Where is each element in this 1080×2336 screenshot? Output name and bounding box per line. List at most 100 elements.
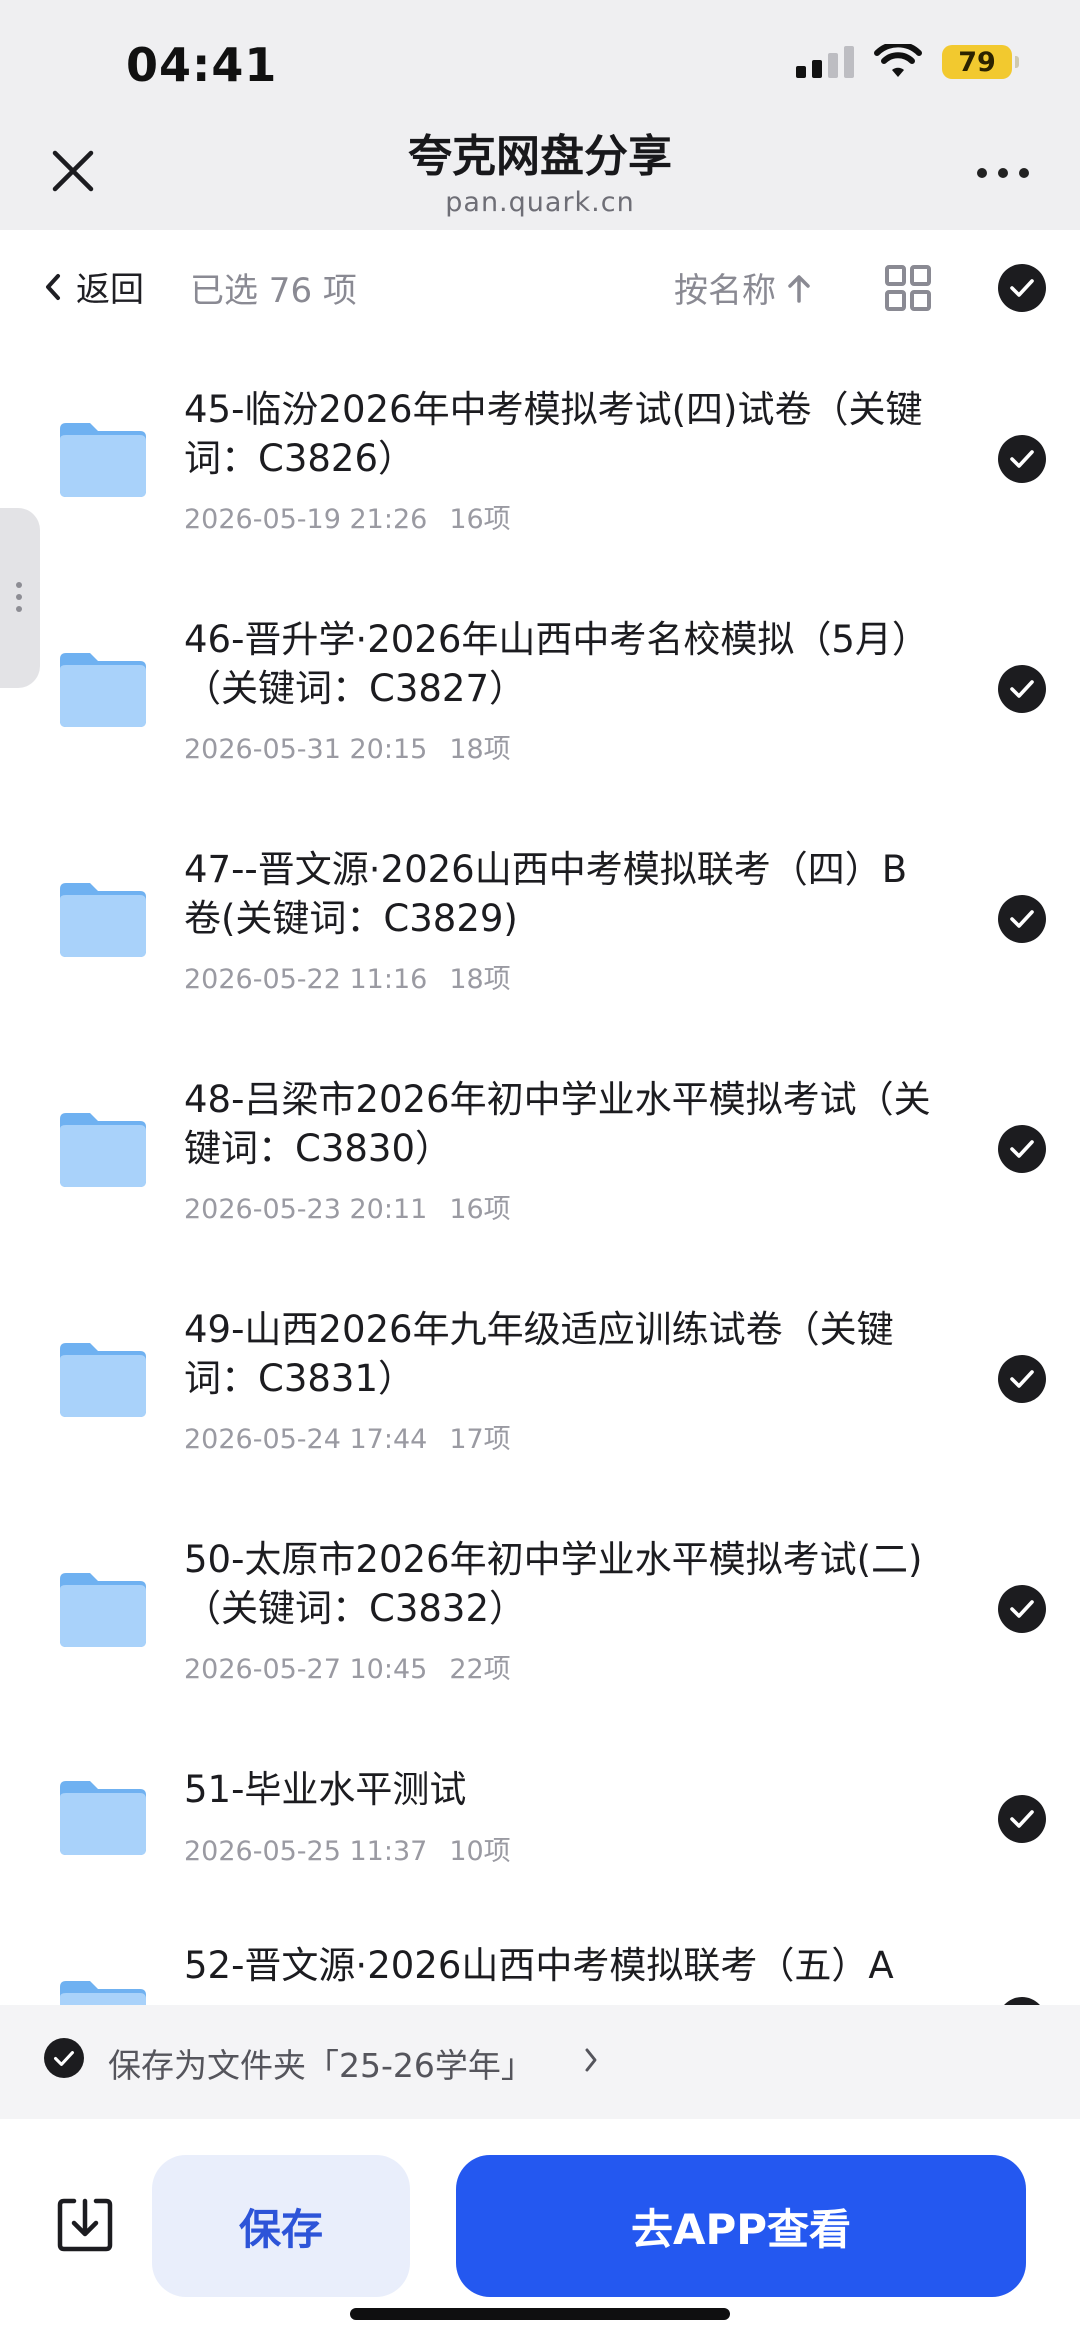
file-meta: 2026-05-27 10:45 22项: [184, 1647, 511, 1686]
check-icon: [1010, 450, 1034, 468]
file-date: 2026-05-25 11:37: [184, 1836, 428, 1867]
file-count: 18项: [449, 964, 511, 995]
chevron-right-icon: [585, 2048, 597, 2072]
wifi-icon: [874, 44, 922, 80]
top-area: 04:41 79 夸克网盘分享 pan.quark.cn: [0, 0, 1080, 230]
file-meta: 2026-05-24 17:44 17项: [184, 1417, 511, 1456]
file-meta: 2026-05-23 20:11 16项: [184, 1187, 511, 1226]
battery-icon: 79: [942, 45, 1019, 79]
file-checkbox[interactable]: [998, 1795, 1046, 1843]
file-count: 18项: [449, 734, 511, 765]
file-checkbox[interactable]: [998, 665, 1046, 713]
folder-icon: [60, 1113, 146, 1187]
file-name: 45-临汾2026年中考模拟考试(四)试卷（关键词：C3826）: [184, 388, 923, 480]
check-icon: [1010, 680, 1034, 698]
check-icon: [1010, 1600, 1034, 1618]
folder-icon: [60, 1981, 146, 2005]
file-name: 50-太原市2026年初中学业水平模拟考试(二)（关键词：C3832）: [184, 1538, 923, 1630]
file-item[interactable]: 46-晋升学·2026年山西中考名校模拟（5月）（关键词：C3827） 2026…: [0, 575, 1080, 805]
back-button[interactable]: 返回: [44, 262, 144, 311]
select-all-checkbox[interactable]: [998, 264, 1046, 312]
file-meta: 2026-05-22 11:16 18项: [184, 957, 511, 996]
battery-level: 79: [958, 46, 996, 78]
folder-icon: [60, 653, 146, 727]
save-as-folder-checkbox[interactable]: [44, 2038, 84, 2078]
page-title: 夸克网盘分享: [408, 131, 672, 182]
file-item[interactable]: 48-吕梁市2026年初中学业水平模拟考试（关键词：C3830） 2026-05…: [0, 1035, 1080, 1265]
file-count: 16项: [449, 1194, 511, 1225]
folder-icon: [60, 1343, 146, 1417]
file-item[interactable]: 49-山西2026年九年级适应训练试卷（关键词：C3831） 2026-05-2…: [0, 1265, 1080, 1495]
file-date: 2026-05-23 20:11: [184, 1194, 428, 1225]
file-count: 16项: [449, 504, 511, 535]
file-count: 17项: [449, 1424, 511, 1455]
check-icon: [54, 2050, 74, 2066]
folder-icon: [60, 1573, 146, 1647]
file-count: 22项: [449, 1654, 511, 1685]
file-date: 2026-05-22 11:16: [184, 964, 428, 995]
file-checkbox[interactable]: [998, 1355, 1046, 1403]
sort-label: 按名称: [674, 271, 776, 311]
file-name: 46-晋升学·2026年山西中考名校模拟（5月）（关键词：C3827）: [184, 618, 929, 710]
grid-icon: [885, 265, 931, 311]
file-meta: 2026-05-31 20:15 18项: [184, 727, 511, 766]
more-dot-icon: [998, 168, 1008, 178]
file-checkbox[interactable]: [998, 435, 1046, 483]
bottom-action-bar: 保存 去APP查看: [0, 2119, 1080, 2336]
file-name: 48-吕梁市2026年初中学业水平模拟考试（关键词：C3830）: [184, 1078, 931, 1170]
check-icon: [1010, 1370, 1034, 1388]
file-date: 2026-05-24 17:44: [184, 1424, 428, 1455]
folder-icon: [60, 883, 146, 957]
back-label: 返回: [76, 270, 144, 310]
open-in-app-button[interactable]: 去APP查看: [456, 2155, 1026, 2297]
check-icon: [1010, 279, 1034, 297]
arrow-up-icon: [788, 274, 810, 303]
file-name: 51-毕业水平测试: [184, 1768, 467, 1811]
file-meta: 2026-05-19 21:26 16项: [184, 497, 511, 536]
sort-by-name-button[interactable]: 按名称: [674, 263, 812, 312]
page-url: pan.quark.cn: [445, 187, 635, 218]
status-icons: 79: [796, 44, 1019, 80]
chevron-left-icon: [46, 273, 60, 300]
file-date: 2026-05-27 10:45: [184, 1654, 428, 1685]
file-item[interactable]: 47--晋文源·2026山西中考模拟联考（四）B卷(关键词：C3829) 202…: [0, 805, 1080, 1035]
file-item[interactable]: 45-临汾2026年中考模拟考试(四)试卷（关键词：C3826） 2026-05…: [0, 345, 1080, 575]
save-as-folder-option[interactable]: 保存为文件夹「25-26学年」: [0, 2005, 1080, 2119]
file-item[interactable]: 51-毕业水平测试 2026-05-25 11:37 10项: [0, 1725, 1080, 1905]
folder-icon: [60, 1781, 146, 1855]
cellular-signal-icon: [796, 46, 854, 78]
more-options-button[interactable]: [968, 150, 1038, 196]
status-time: 04:41: [126, 38, 278, 92]
folder-icon: [60, 423, 146, 497]
file-item[interactable]: 52-晋文源·2026山西中考模拟联考（五）A: [0, 1905, 1080, 2005]
side-drawer-handle[interactable]: [0, 508, 40, 688]
check-icon: [1010, 1810, 1034, 1828]
file-checkbox[interactable]: [998, 1997, 1046, 2005]
more-dot-icon: [977, 168, 987, 178]
file-name: 49-山西2026年九年级适应训练试卷（关键词：C3831）: [184, 1308, 894, 1400]
home-indicator[interactable]: [350, 2308, 730, 2320]
title-block: 夸克网盘分享 pan.quark.cn: [0, 128, 1080, 220]
drag-handle-icon: [16, 582, 22, 612]
file-checkbox[interactable]: [998, 895, 1046, 943]
save-as-folder-label: 保存为文件夹「25-26学年」: [108, 2046, 534, 2085]
list-toolbar: 返回 已选 76 项 按名称: [0, 230, 1080, 345]
file-count: 10项: [449, 1836, 511, 1867]
file-date: 2026-05-19 21:26: [184, 504, 428, 535]
check-icon: [1010, 910, 1034, 928]
grid-view-button[interactable]: [884, 264, 932, 312]
download-button[interactable]: [56, 2195, 114, 2253]
selected-count: 已选 76 项: [190, 271, 357, 311]
more-dot-icon: [1019, 168, 1029, 178]
file-meta: 2026-05-25 11:37 10项: [184, 1829, 511, 1868]
file-list[interactable]: 45-临汾2026年中考模拟考试(四)试卷（关键词：C3826） 2026-05…: [0, 345, 1080, 2005]
file-checkbox[interactable]: [998, 1585, 1046, 1633]
file-date: 2026-05-31 20:15: [184, 734, 428, 765]
file-name: 52-晋文源·2026山西中考模拟联考（五）A: [184, 1944, 894, 1987]
file-item[interactable]: 50-太原市2026年初中学业水平模拟考试(二)（关键词：C3832） 2026…: [0, 1495, 1080, 1725]
download-icon: [57, 2198, 113, 2252]
save-button[interactable]: 保存: [152, 2155, 410, 2297]
check-icon: [1010, 1140, 1034, 1158]
file-checkbox[interactable]: [998, 1125, 1046, 1173]
file-name: 47--晋文源·2026山西中考模拟联考（四）B卷(关键词：C3829): [184, 848, 908, 940]
